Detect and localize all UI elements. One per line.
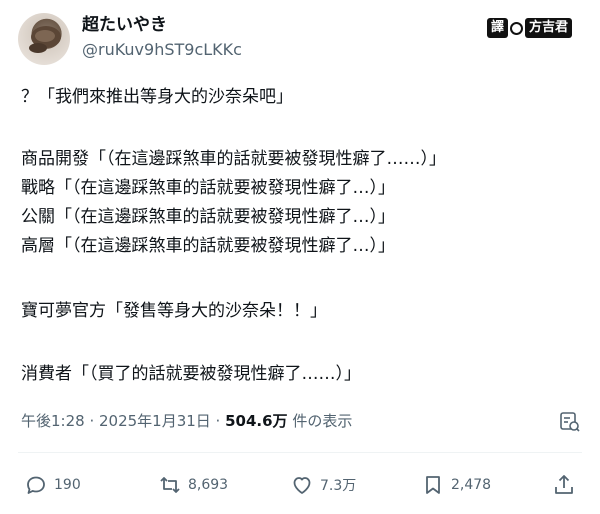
- reply-count: 190: [54, 477, 81, 493]
- repost-count: 8,693: [188, 477, 229, 493]
- share-button[interactable]: [552, 472, 576, 498]
- repost-button[interactable]: 8,693: [158, 472, 228, 498]
- heart-icon: [293, 477, 311, 494]
- like-button[interactable]: 7.3万: [290, 472, 356, 498]
- bookmark-button[interactable]: 2,478: [421, 472, 491, 498]
- timestamp[interactable]: 午後1:28 · 2025年1月31日 ·: [21, 412, 225, 430]
- avatar[interactable]: [18, 13, 70, 65]
- post-line: 寶可夢官方「發售等身大的沙奈朵！！」: [21, 301, 327, 321]
- bookmark-count: 2,478: [451, 477, 492, 493]
- reply-icon: [27, 476, 45, 494]
- watermark-dot: [510, 21, 524, 35]
- divider: [18, 452, 582, 453]
- watermark: 譯 方吉君: [487, 17, 573, 39]
- repost-icon: [160, 477, 180, 493]
- view-label: 件の表示: [287, 412, 353, 430]
- post-line: 商品開發「（在這邊踩煞車的話就要被發現性癖了……）」: [21, 149, 446, 169]
- post-line: ？「我們來推出等身大的沙奈朵吧」: [21, 87, 293, 107]
- stats-icon[interactable]: [558, 410, 580, 432]
- post-line: 消費者「（買了的話就要被發現性癖了……）」: [21, 364, 361, 384]
- like-count: 7.3万: [320, 478, 357, 494]
- view-count: 504.6万: [225, 412, 288, 430]
- post-line: 高層「（在這邊踩煞車的話就要被發現性癖了…）」: [21, 236, 395, 256]
- watermark-left: 譯: [487, 18, 509, 38]
- reply-button[interactable]: 190: [24, 472, 81, 498]
- post-line: 公關「（在這邊踩煞車的話就要被發現性癖了…）」: [21, 207, 395, 227]
- user-handle[interactable]: @ruKuv9hST9cLKKc: [82, 40, 242, 60]
- watermark-right: 方吉君: [525, 18, 573, 38]
- avatar-image: [29, 26, 61, 53]
- bookmark-icon: [426, 476, 440, 494]
- post-line: 戰略「（在這邊踩煞車的話就要被發現性癖了…）」: [21, 178, 395, 198]
- post-meta: 午後1:28 · 2025年1月31日 · 504.6万 件の表示: [21, 411, 352, 431]
- share-icon: [555, 475, 573, 494]
- display-name[interactable]: 超たいやき: [82, 14, 167, 36]
